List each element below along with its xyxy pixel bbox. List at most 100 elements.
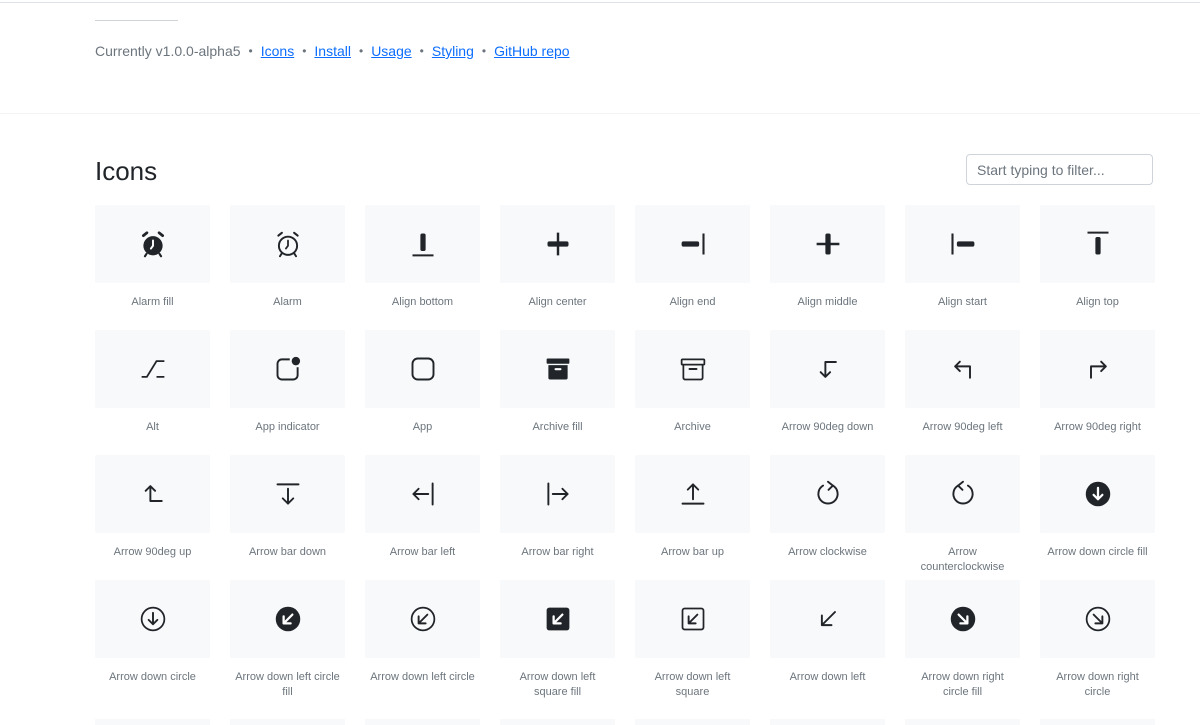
arrow-down-left-icon <box>820 611 836 627</box>
arrow-down-left-circle-icon <box>410 606 435 632</box>
icon-tile <box>500 330 615 408</box>
icon-caption: Arrow bar up <box>661 546 724 558</box>
icon-caption: Arrow down left square <box>654 671 731 698</box>
icon-tile <box>95 205 210 283</box>
link-usage[interactable]: Usage <box>371 43 411 59</box>
separator-dot: • <box>302 44 307 58</box>
section-divider <box>0 113 1200 114</box>
icon-card-alt[interactable]: Alt <box>95 330 210 455</box>
icon-card-arrow-90deg-right[interactable]: Arrow 90deg right <box>1040 330 1155 455</box>
arrow-90deg-down-icon <box>819 361 837 378</box>
icon-card-align-center[interactable]: Align center <box>500 205 615 330</box>
icon-caption: Arrow down left <box>789 671 866 683</box>
icon-card-arrow-counterclockwise[interactable]: Arrow counterclockwise <box>905 455 1020 580</box>
icon-caption: Align end <box>669 296 716 308</box>
icon-tile <box>770 330 885 408</box>
icon-caption: Arrow bar left <box>389 546 456 558</box>
archive-fill-icon <box>546 358 569 380</box>
icon-card-arrow-bar-down[interactable]: Arrow bar down <box>230 455 345 580</box>
icon-caption: Archive fill <box>532 421 583 433</box>
arrow-bar-right-icon <box>546 482 569 506</box>
icon-card-alarm-fill[interactable]: Alarm fill <box>95 205 210 330</box>
icon-tile <box>95 455 210 533</box>
icon-row: Alarm fill Alarm Align bottom Align cent… <box>95 205 1155 330</box>
icon-caption: Arrow clockwise <box>788 546 867 558</box>
icon-tile <box>905 330 1020 408</box>
icon-card-arrow-down-left-square-fill[interactable]: Arrow down left square fill <box>500 580 615 705</box>
arrow-down-circle-icon <box>140 606 165 632</box>
icon-card-arrow-down-circle[interactable]: Arrow down circle <box>95 580 210 705</box>
icon-caption: Alt <box>146 421 159 433</box>
header-rule <box>95 20 178 21</box>
link-icons[interactable]: Icons <box>261 43 294 59</box>
link-install[interactable]: Install <box>314 43 351 59</box>
icon-tile <box>1040 330 1155 408</box>
icon-card-arrow-down-right-circle[interactable]: Arrow down right circle <box>1040 580 1155 705</box>
icon-card-archive-fill[interactable]: Archive fill <box>500 330 615 455</box>
icon-tile <box>230 580 345 658</box>
link-styling[interactable]: Styling <box>432 43 474 59</box>
icon-card-arrow-90deg-left[interactable]: Arrow 90deg left <box>905 330 1020 455</box>
icon-tile <box>500 455 615 533</box>
icon-card-arrow-down-left-circle[interactable]: Arrow down left circle <box>365 580 480 705</box>
icon-card-arrow-90deg-down[interactable]: Arrow 90deg down <box>770 330 885 455</box>
icon-card-align-middle[interactable]: Align middle <box>770 205 885 330</box>
icon-caption: Align center <box>528 296 587 308</box>
icon-card-align-start[interactable]: Align start <box>905 205 1020 330</box>
icon-tile-partial <box>500 719 615 725</box>
icon-caption: Arrow down left circle <box>370 671 475 683</box>
icon-tile <box>635 205 750 283</box>
icon-tile <box>1040 455 1155 533</box>
alarm-fill-icon <box>141 231 164 258</box>
icon-tile <box>905 455 1020 533</box>
icon-card-app-indicator[interactable]: App indicator <box>230 330 345 455</box>
separator-dot: • <box>419 44 424 58</box>
filter-input[interactable] <box>966 154 1153 185</box>
icon-card-archive[interactable]: Archive <box>635 330 750 455</box>
icon-tile <box>365 580 480 658</box>
icon-caption: Align start <box>938 296 987 308</box>
icon-card-arrow-bar-up[interactable]: Arrow bar up <box>635 455 750 580</box>
icon-card-arrow-bar-left[interactable]: Arrow bar left <box>365 455 480 580</box>
align-start-icon <box>950 233 974 255</box>
icon-tile <box>770 580 885 658</box>
icon-tile <box>635 580 750 658</box>
icon-card-arrow-down-circle-fill[interactable]: Arrow down circle fill <box>1040 455 1155 580</box>
link-github-repo[interactable]: GitHub repo <box>494 43 569 59</box>
page-title: Icons <box>95 156 158 186</box>
icon-tile <box>905 580 1020 658</box>
icon-caption: Align bottom <box>391 296 454 308</box>
icon-card-arrow-down-left-circle-fill[interactable]: Arrow down left circle fill <box>230 580 345 705</box>
icon-tile <box>95 330 210 408</box>
icon-tile-partial <box>770 719 885 725</box>
icon-caption: Arrow down left circle fill <box>235 671 340 698</box>
icon-tile <box>365 330 480 408</box>
icon-caption: Arrow 90deg right <box>1054 421 1141 433</box>
icon-card-align-end[interactable]: Align end <box>635 205 750 330</box>
icon-caption: App indicator <box>255 421 320 433</box>
icon-card-align-top[interactable]: Align top <box>1040 205 1155 330</box>
icon-card-arrow-bar-right[interactable]: Arrow bar right <box>500 455 615 580</box>
icon-tile <box>230 330 345 408</box>
icon-card-arrow-down-right-circle-fill[interactable]: Arrow down right circle fill <box>905 580 1020 705</box>
arrow-90deg-up-icon <box>144 485 163 502</box>
icon-card-arrow-clockwise[interactable]: Arrow clockwise <box>770 455 885 580</box>
icon-tile <box>635 330 750 408</box>
icon-card-arrow-down-left-square[interactable]: Arrow down left square <box>635 580 750 705</box>
icon-caption: Arrow 90deg down <box>781 421 874 433</box>
icon-card-alarm[interactable]: Alarm <box>230 205 345 330</box>
icon-caption: Arrow down right circle fill <box>921 671 1004 698</box>
icon-card-arrow-90deg-up[interactable]: Arrow 90deg up <box>95 455 210 580</box>
arrow-down-right-circle-icon <box>1085 606 1110 632</box>
icon-card-arrow-down-left[interactable]: Arrow down left <box>770 580 885 705</box>
arrow-down-right-circle-fill-icon <box>950 606 975 632</box>
align-top-icon <box>1087 231 1108 255</box>
icon-card-app[interactable]: App <box>365 330 480 455</box>
arrow-bar-down-icon <box>276 483 299 505</box>
icon-tile <box>635 455 750 533</box>
separator-dot: • <box>481 44 487 58</box>
arrow-down-left-square-icon <box>681 607 704 631</box>
alt-icon <box>141 360 164 378</box>
icon-card-align-bottom[interactable]: Align bottom <box>365 205 480 330</box>
separator-dot: • <box>358 44 364 58</box>
